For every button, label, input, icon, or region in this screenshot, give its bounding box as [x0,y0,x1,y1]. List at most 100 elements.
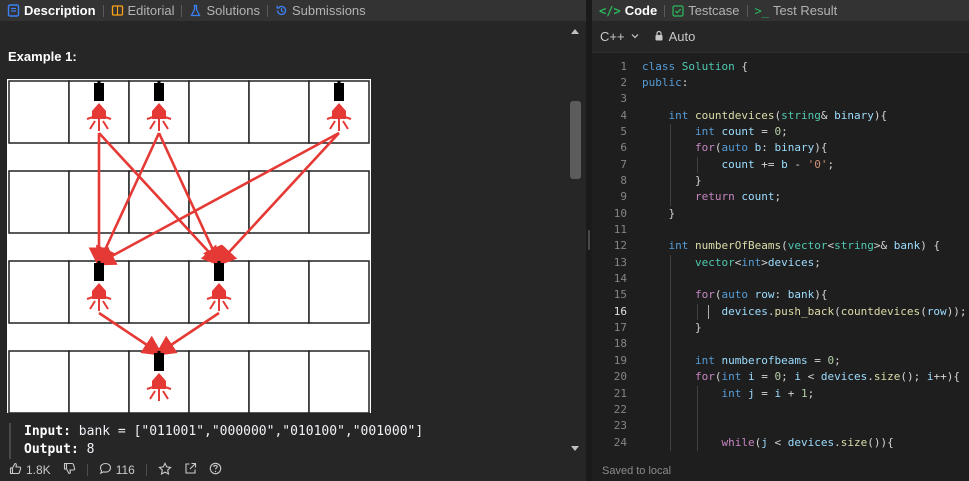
terminal-icon: >_ [754,3,769,18]
line-number: 4 [620,108,627,122]
grid-cell [308,260,370,324]
line-number: 13 [613,255,627,269]
tab-submissions[interactable]: Submissions [268,0,373,21]
tab-code[interactable]: </> Code [592,0,664,21]
thumbs-down-icon [63,462,76,478]
auto-mode-toggle[interactable]: Auto [654,29,696,44]
code-editor[interactable]: 1 class Solution {2 public: 3 4 int countdev… [592,53,969,452]
grid-cell [8,350,70,414]
code-line[interactable]: 24 while(j < devices.size()){ [592,435,969,451]
code-line[interactable]: 14 [592,271,969,287]
help-icon [209,462,222,478]
code-line[interactable]: 23 [592,418,969,434]
grid-cell [188,170,250,234]
tab-description-label: Description [24,3,96,18]
description-scrollbar[interactable] [568,21,583,459]
code-line[interactable]: 11 [592,222,969,238]
chevron-down-icon [630,29,640,44]
code-text: vector<int>devices; [694,255,821,269]
code-line[interactable]: 13 vector<int>devices; [592,255,969,271]
grid-cell [8,170,70,234]
line-number: 17 [613,321,627,335]
code-line[interactable]: 7 count += b - '0'; [592,157,969,173]
security-device-top [217,261,221,265]
scroll-up-arrow[interactable] [571,29,579,34]
code-line[interactable]: 8 } [592,173,969,189]
line-number: 2 [620,75,627,89]
code-line[interactable]: 16 devices.push_back(countdevices(row)); [592,304,969,320]
line-number: 14 [613,272,627,286]
tab-solutions-label: Solutions [206,3,260,18]
like-button[interactable]: 1.8K [4,459,56,481]
description-tabbar: Description Editorial Solutions Submissi… [0,0,586,21]
scroll-thumb[interactable] [570,101,581,179]
language-label: C++ [600,29,625,44]
code-line[interactable]: 21 int j = i + 1; [592,386,969,402]
security-device-top [157,351,161,355]
description-footer: 1.8K 116 [0,459,586,481]
thumbs-up-icon [9,462,22,478]
code-line[interactable]: 2 public: [592,75,969,91]
favorite-button[interactable] [153,459,177,481]
code-line[interactable]: 22 [592,402,969,418]
security-device [94,263,104,281]
security-device [94,83,104,101]
code-line[interactable]: 15 for(auto row: bank){ [592,287,969,303]
code-line[interactable]: 6 for(auto b: binary){ [592,140,969,156]
grid-cell [308,170,370,234]
help-button[interactable] [204,459,227,481]
like-count: 1.8K [26,463,51,477]
line-number: 18 [613,337,627,351]
code-text: } [642,173,702,187]
tab-solutions[interactable]: Solutions [182,0,266,21]
tab-editorial[interactable]: Editorial [104,0,182,21]
tab-submissions-label: Submissions [291,3,366,18]
code-line[interactable]: 18 [592,336,969,352]
security-device-top [97,261,101,265]
scroll-down-arrow[interactable] [571,446,579,451]
code-line[interactable]: 17 } [592,320,969,336]
editor-toolbar: C++ Auto [592,21,969,53]
line-number: 24 [613,435,627,449]
security-device-top [337,81,341,85]
input-label: Input: [24,424,71,439]
code-line[interactable]: 9 return count; [592,189,969,205]
laser-beam-figure [7,79,371,414]
description-icon [7,4,20,17]
code-line[interactable]: 3 [592,91,969,107]
line-number: 19 [613,353,627,367]
tab-test-result[interactable]: >_ Test Result [748,0,845,21]
security-device-top [157,81,161,85]
example-io: Input: bank = ["011001","000000","010100… [9,423,568,459]
code-line[interactable]: 1 class Solution { [592,59,969,75]
grid-cell [248,80,310,144]
line-number: 7 [620,157,627,171]
comment-icon [99,462,112,478]
code-line[interactable]: 20 for(int i = 0; i < devices.size(); i+… [592,369,969,385]
line-number: 5 [620,124,627,138]
code-line[interactable]: 19 int numberofbeams = 0; [592,353,969,369]
code-text: int numberofbeams = 0; [694,353,841,367]
lock-icon [654,29,664,44]
language-select[interactable]: C++ [600,29,640,44]
editor-status: Saved to local [592,462,969,481]
tab-testcase[interactable]: Testcase [665,0,746,21]
security-device-top [97,81,101,85]
code-line[interactable]: 10 } [592,206,969,222]
code-line[interactable]: 12 int numberOfBeams(vector<string>& ban… [592,238,969,254]
code-line[interactable]: 5 int count = 0; [592,124,969,140]
line-number: 1 [620,59,627,73]
grid-cell [8,80,70,144]
tab-testcase-label: Testcase [688,3,740,18]
divider-grip[interactable] [588,230,590,250]
line-number: 6 [620,141,627,155]
comments-button[interactable]: 116 [94,459,140,481]
tab-description[interactable]: Description [0,0,103,21]
indent-guide [670,123,672,206]
footer-separator [145,464,147,476]
auto-mode-label: Auto [668,29,696,44]
text-cursor [708,304,710,319]
dislike-button[interactable] [58,459,81,481]
share-button[interactable] [179,459,202,481]
code-line[interactable]: 4 int countdevices(string& binary){ [592,108,969,124]
